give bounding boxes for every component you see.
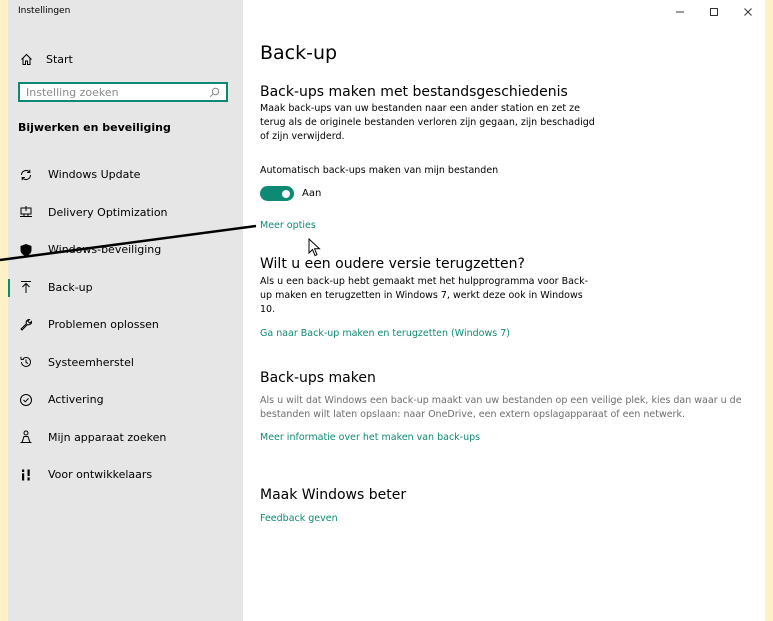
sidebar-item-find-my-device[interactable]: Mijn apparaat zoeken [8,419,243,457]
home-icon [18,51,34,67]
sidebar-item-label: Back-up [48,280,93,294]
sidebar-item-activation[interactable]: Activering [8,381,243,419]
delivery-icon [18,204,34,220]
auto-backup-label: Automatisch back-ups maken van mijn best… [260,165,499,176]
sidebar-item-label: Systeemherstel [48,355,134,369]
search-input[interactable] [26,85,208,99]
section-title: Bijwerken en beveiliging [18,121,171,134]
mouse-cursor-icon [308,238,321,257]
nav-list: Windows Update Delivery Optimization Win… [8,156,243,494]
close-icon [744,8,752,16]
sync-icon [18,167,34,183]
make-backups-description: Als u wilt dat Windows een back-up maakt… [260,395,742,420]
toggle-state-label: Aan [302,188,322,199]
search-icon[interactable] [208,86,220,98]
maximize-icon [710,8,718,16]
close-button[interactable] [731,0,765,24]
sidebar-item-troubleshoot[interactable]: Problemen oplossen [8,306,243,344]
search-box[interactable] [18,82,228,102]
sidebar-item-label: Activering [48,393,104,407]
auto-backup-toggle-row: Aan [260,186,321,201]
sidebar-item-label: Problemen oplossen [48,318,159,332]
more-info-backups-link[interactable]: Meer informatie over het maken van back-… [260,432,480,443]
titlebar-controls [663,0,765,24]
developer-icon [18,467,34,483]
sidebar-item-label: Mijn apparaat zoeken [48,430,167,444]
auto-backup-toggle[interactable] [260,186,294,201]
sidebar-item-developers[interactable]: Voor ontwikkelaars [8,456,243,494]
wrench-icon [18,317,34,333]
settings-window: Instellingen Start Bijwerken en beveilig… [8,0,765,621]
minimize-icon [676,11,684,13]
file-history-description: Maak back-ups van uw bestanden naar een … [260,103,595,142]
sidebar: Instellingen Start Bijwerken en beveilig… [8,0,243,621]
home-button[interactable]: Start [18,50,73,68]
person-location-icon [18,429,34,445]
shield-icon [18,242,34,258]
improve-windows-heading: Maak Windows beter [260,487,407,503]
sidebar-item-backup[interactable]: Back-up [8,269,243,307]
feedback-link[interactable]: Feedback geven [260,513,338,524]
sidebar-item-label: Delivery Optimization [48,205,168,219]
older-version-heading: Wilt u een oudere versie terugzetten? [260,256,525,272]
sidebar-item-windows-update[interactable]: Windows Update [8,156,243,194]
file-history-heading: Back-ups maken met bestandsgeschiedenis [260,84,568,100]
home-label: Start [46,52,73,66]
check-circle-icon [18,392,34,408]
toggle-knob [282,189,290,198]
restore-icon [18,354,34,370]
older-version-description: Als u een back-up hebt gemaakt met het h… [260,276,589,315]
sidebar-item-label: Voor ontwikkelaars [48,468,153,482]
make-backups-heading: Back-ups maken [260,370,376,386]
sidebar-item-windows-security[interactable]: Windows-beveiliging [8,231,243,269]
windows7-backup-link[interactable]: Ga naar Back-up maken en terugzetten (Wi… [260,328,510,339]
maximize-button[interactable] [697,0,731,24]
sidebar-item-label: Windows Update [48,168,141,182]
page-title: Back-up [260,42,338,64]
sidebar-item-system-restore[interactable]: Systeemherstel [8,344,243,382]
backup-arrow-icon [18,279,34,295]
sidebar-item-delivery-optimization[interactable]: Delivery Optimization [8,194,243,232]
more-options-link[interactable]: Meer opties [260,220,316,231]
minimize-button[interactable] [663,0,697,24]
sidebar-item-label: Windows-beveiliging [48,243,162,257]
app-title: Instellingen [18,6,71,16]
